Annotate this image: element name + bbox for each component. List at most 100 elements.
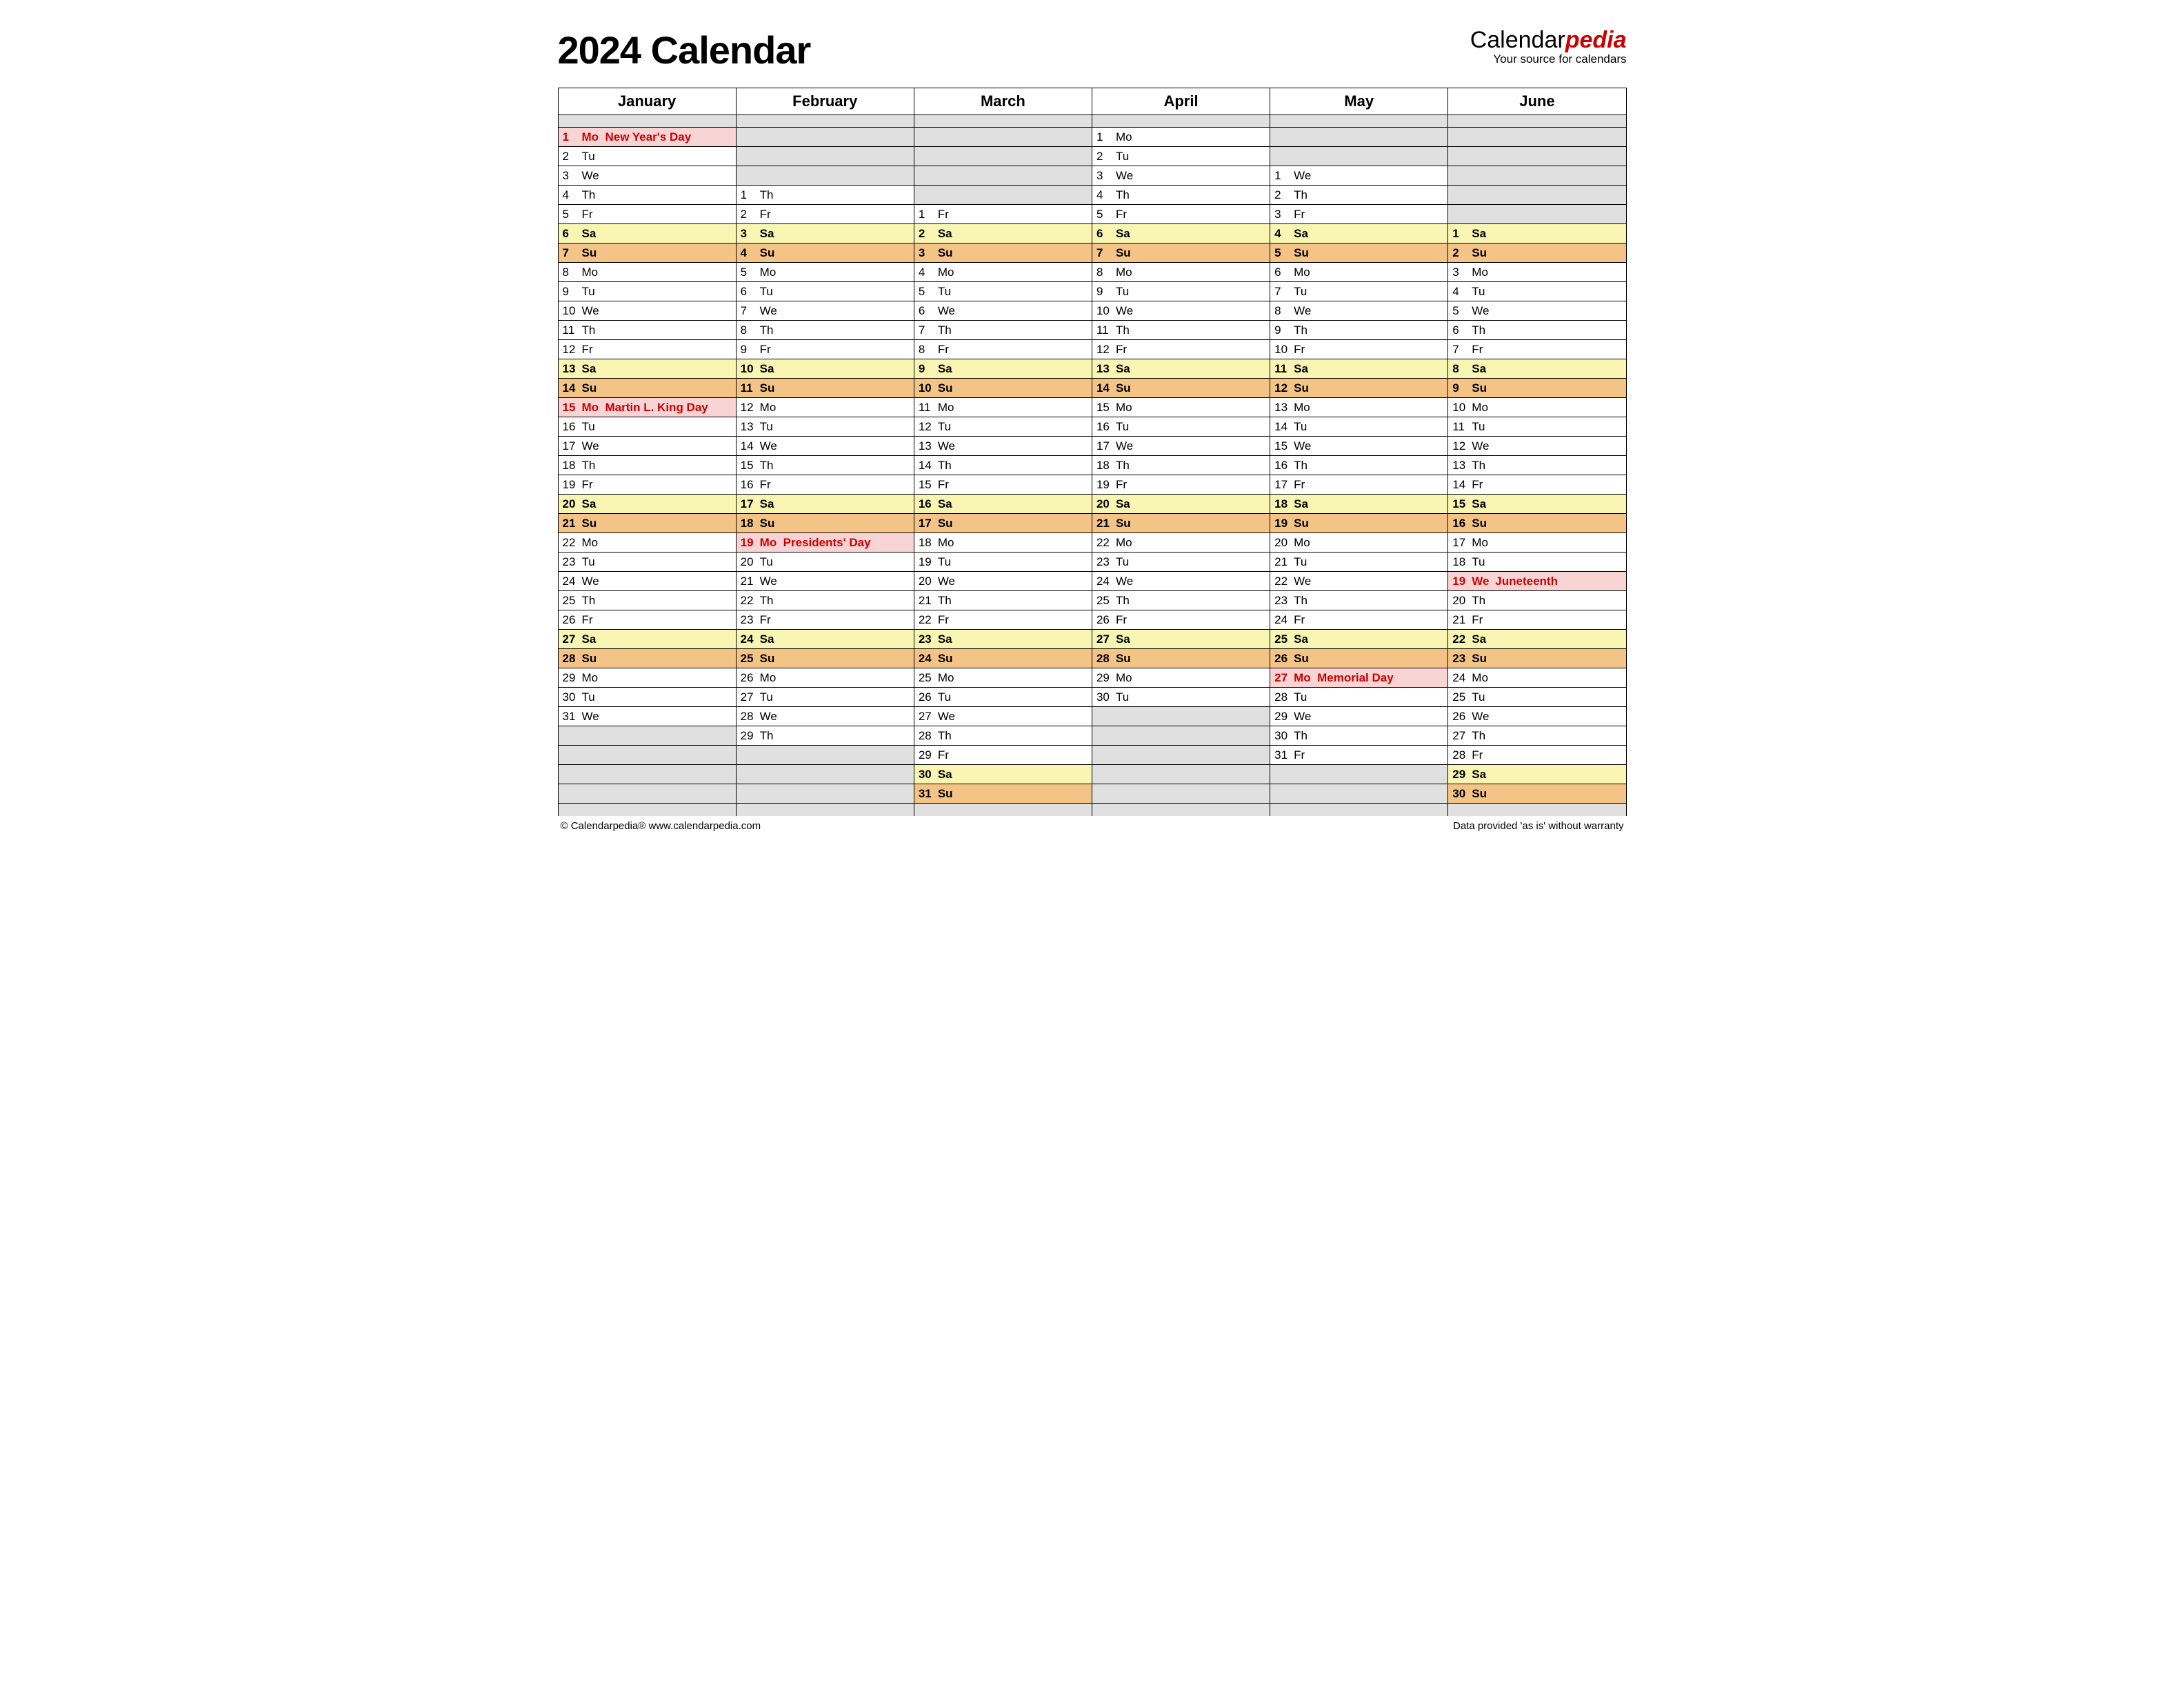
day-of-week: Tu xyxy=(760,285,779,299)
day-cell: 9Su xyxy=(1448,379,1626,398)
day-number: 23 xyxy=(1096,555,1112,569)
day-cell: 14We xyxy=(736,437,914,456)
calendar-row: 7Su4Su3Su7Su5Su2Su xyxy=(558,243,1626,263)
day-of-week: We xyxy=(938,575,957,588)
day-cell: 6We xyxy=(914,301,1092,321)
day-number: 28 xyxy=(741,710,756,724)
day-number: 6 xyxy=(741,285,756,299)
calendar-row: 23Tu20Tu19Tu23Tu21Tu18Tu xyxy=(558,553,1626,572)
day-cell: 24Sa xyxy=(736,630,914,649)
day-cell: 10Mo xyxy=(1448,398,1626,417)
day-number: 19 xyxy=(1452,575,1467,588)
day-of-week: We xyxy=(760,710,779,724)
day-cell: 21We xyxy=(736,572,914,591)
day-of-week: Tu xyxy=(760,690,779,704)
day-cell: 10 Fr xyxy=(1270,340,1448,359)
day-number: 13 xyxy=(1452,459,1467,472)
day-cell: 17We xyxy=(1092,437,1270,456)
day-number: 11 xyxy=(563,324,578,337)
day-number: 15 xyxy=(919,478,934,492)
day-cell: 16Tu xyxy=(1092,417,1270,437)
day-number: 8 xyxy=(1274,304,1290,318)
day-of-week: We xyxy=(1116,575,1135,588)
day-cell: 23Tu xyxy=(558,553,736,572)
day-cell: 9Tu xyxy=(1092,282,1270,301)
day-number: 19 xyxy=(741,536,756,550)
day-of-week: Mo xyxy=(582,401,601,415)
day-cell xyxy=(736,128,914,147)
day-of-week: Sa xyxy=(938,633,957,646)
day-cell xyxy=(914,147,1092,166)
day-cell xyxy=(558,726,736,746)
day-number: 24 xyxy=(1452,671,1467,685)
day-cell: 29Th xyxy=(736,726,914,746)
day-cell: 21Su xyxy=(1092,514,1270,533)
day-number: 29 xyxy=(1096,671,1112,685)
day-number: 8 xyxy=(919,343,934,357)
day-cell: 23Fr xyxy=(736,610,914,630)
day-of-week: Fr xyxy=(1294,343,1313,357)
calendar-row: 6Sa3Sa2Sa6Sa4Sa1Sa xyxy=(558,224,1626,243)
day-of-week: Sa xyxy=(760,633,779,646)
spacer-cell xyxy=(1092,115,1270,128)
day-cell: 24We xyxy=(1092,572,1270,591)
day-cell: 19MoPresidents' Day xyxy=(736,533,914,553)
day-cell: 28Su xyxy=(1092,649,1270,668)
day-cell: 14Su xyxy=(558,379,736,398)
day-number: 9 xyxy=(919,362,934,376)
day-cell: 5Fr xyxy=(558,205,736,224)
day-number: 7 xyxy=(919,324,934,337)
day-cell: 13Tu xyxy=(736,417,914,437)
day-of-week: Fr xyxy=(760,208,779,221)
day-number: 10 xyxy=(1274,343,1290,357)
day-number: 18 xyxy=(741,517,756,530)
calendar-row: 29Th28Th30Th27Th xyxy=(558,726,1626,746)
day-of-week: We xyxy=(760,439,779,453)
day-cell: 25Th xyxy=(1092,591,1270,610)
day-of-week: Sa xyxy=(1472,362,1491,376)
day-of-week: Su xyxy=(1116,652,1135,666)
day-cell: 8We xyxy=(1270,301,1448,321)
day-cell: 28Tu xyxy=(1270,688,1448,707)
day-number: 22 xyxy=(1096,536,1112,550)
day-of-week: Mo xyxy=(938,536,957,550)
day-number: 30 xyxy=(1274,729,1290,743)
day-number: 3 xyxy=(741,227,756,241)
day-cell xyxy=(1092,784,1270,804)
day-number: 21 xyxy=(1096,517,1112,530)
day-cell: 20Sa xyxy=(558,495,736,514)
day-number: 27 xyxy=(1274,671,1290,685)
day-cell: 19Fr xyxy=(558,475,736,495)
day-cell: 4Sa xyxy=(1270,224,1448,243)
day-of-week: Mo xyxy=(1472,536,1491,550)
day-cell: 12Fr xyxy=(1092,340,1270,359)
day-of-week: Sa xyxy=(938,497,957,511)
day-number: 16 xyxy=(919,497,934,511)
day-cell: 23Sa xyxy=(914,630,1092,649)
day-of-week: Mo xyxy=(1116,536,1135,550)
day-of-week: Tu xyxy=(1472,285,1491,299)
day-of-week: Mo xyxy=(760,536,779,550)
day-of-week: Tu xyxy=(1116,150,1135,163)
day-number: 16 xyxy=(1274,459,1290,472)
day-number: 13 xyxy=(741,420,756,434)
day-number: 31 xyxy=(1274,748,1290,762)
day-cell: 2Su xyxy=(1448,243,1626,263)
day-of-week: Sa xyxy=(1116,227,1135,241)
day-of-week: Mo xyxy=(1116,266,1135,279)
day-of-week: Sa xyxy=(760,497,779,511)
day-cell: 26We xyxy=(1448,707,1626,726)
day-number: 18 xyxy=(1452,555,1467,569)
day-cell: 3We xyxy=(1092,166,1270,186)
day-number: 4 xyxy=(1452,285,1467,299)
day-of-week: Mo xyxy=(1116,671,1135,685)
day-number: 2 xyxy=(1452,246,1467,260)
day-of-week: Tu xyxy=(938,555,957,569)
day-of-week: Sa xyxy=(1294,497,1313,511)
day-of-week: Mo xyxy=(938,266,957,279)
day-of-week: We xyxy=(582,169,601,183)
day-cell: 8Mo xyxy=(1092,263,1270,282)
day-cell: 16Tu xyxy=(558,417,736,437)
day-number: 1 xyxy=(919,208,934,221)
spacer-cell xyxy=(914,804,1092,816)
